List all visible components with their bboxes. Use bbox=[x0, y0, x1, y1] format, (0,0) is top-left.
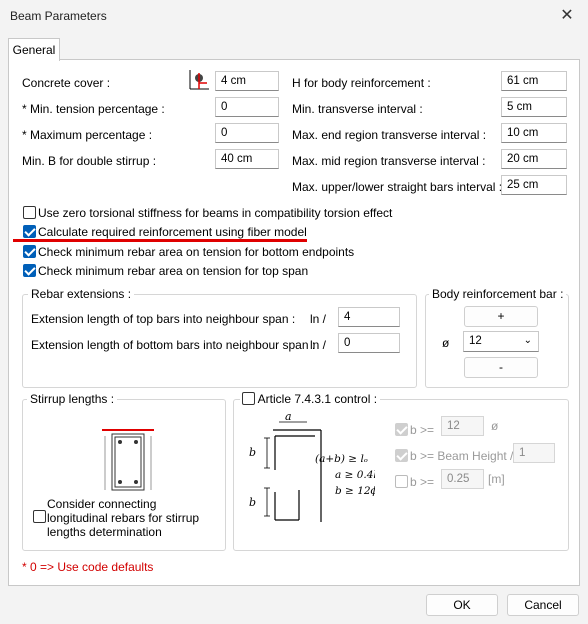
b-min-m-label: b >= bbox=[410, 475, 435, 489]
concrete-cover-input[interactable]: 4 cm bbox=[215, 71, 279, 91]
add-bar-button[interactable]: + bbox=[464, 306, 538, 327]
h-body-reinf-label: H for body reinforcement : bbox=[292, 76, 431, 90]
zero-torsion-label: Use zero torsional stiffness for beams i… bbox=[38, 206, 393, 220]
code-defaults-note: * 0 => Use code defaults bbox=[22, 560, 154, 574]
cover-icon bbox=[187, 70, 209, 90]
bottom-ext-unit: ln / bbox=[310, 338, 327, 352]
b-min-phi-checkbox[interactable] bbox=[395, 423, 408, 436]
min-rebar-bottom-checkbox[interactable] bbox=[23, 245, 36, 258]
b-beam-height-label: b >= Beam Height / bbox=[410, 449, 514, 463]
max-percentage-input[interactable]: 0 bbox=[215, 123, 279, 143]
min-tension-input[interactable]: 0 bbox=[215, 97, 279, 117]
zero-torsion-checkbox[interactable] bbox=[23, 206, 36, 219]
min-transverse-input[interactable]: 5 cm bbox=[501, 97, 567, 117]
diagram-b-label-2: b bbox=[249, 496, 256, 509]
remove-bar-button[interactable]: - bbox=[464, 357, 538, 378]
rebar-extensions-title: Rebar extensions : bbox=[28, 287, 135, 301]
window-title: Beam Parameters bbox=[10, 9, 107, 23]
b-min-phi-input[interactable]: 12 bbox=[441, 416, 484, 436]
ok-button[interactable]: OK bbox=[426, 594, 498, 616]
connect-longitudinal-label: Consider connecting longitudinal rebars … bbox=[47, 497, 200, 539]
min-b-double-stirrup-input[interactable]: 40 cm bbox=[215, 149, 279, 169]
b-min-phi-unit: ø bbox=[491, 419, 499, 433]
bar-diameter-value: 12 bbox=[469, 335, 482, 347]
b-beam-height-input[interactable]: 1 bbox=[513, 443, 555, 463]
top-ext-unit: ln / bbox=[310, 312, 327, 326]
max-straight-bars-label: Max. upper/lower straight bars interval … bbox=[292, 180, 503, 194]
article-title-wrap: Article 7.4.3.1 control : bbox=[240, 392, 381, 406]
connect-longitudinal-checkbox[interactable] bbox=[33, 510, 46, 523]
bottom-ext-label: Extension length of bottom bars into nei… bbox=[31, 338, 316, 352]
chevron-down-icon: ⌄ bbox=[523, 335, 532, 346]
red-underline-annotation bbox=[13, 239, 307, 242]
anchorage-diagram: a b b (a+b) ≥ lₒ a ≥ 0.4lₒ b ≥ 12ϕ bbox=[243, 410, 381, 536]
close-icon[interactable]: ✕ bbox=[556, 6, 578, 26]
phi-label: ø bbox=[442, 336, 450, 350]
max-straight-bars-input[interactable]: 25 cm bbox=[501, 175, 567, 195]
max-end-transverse-label: Max. end region transverse interval : bbox=[292, 128, 487, 142]
max-mid-transverse-label: Max. mid region transverse interval : bbox=[292, 154, 486, 168]
fiber-model-label: Calculate required reinforcement using f… bbox=[38, 225, 307, 239]
max-mid-transverse-input[interactable]: 20 cm bbox=[501, 149, 567, 169]
h-body-reinf-input[interactable]: 61 cm bbox=[501, 71, 567, 91]
min-transverse-label: Min. transverse interval : bbox=[292, 102, 423, 116]
b-beam-height-checkbox[interactable] bbox=[395, 449, 408, 462]
diagram-b-label-1: b bbox=[249, 446, 256, 459]
diagram-a-label: a bbox=[285, 410, 292, 423]
b-min-phi-label: b >= bbox=[410, 423, 435, 437]
cancel-button[interactable]: Cancel bbox=[507, 594, 579, 616]
min-tension-label: * Min. tension percentage : bbox=[22, 102, 165, 116]
fiber-model-checkbox[interactable] bbox=[23, 225, 36, 238]
min-rebar-top-checkbox[interactable] bbox=[23, 264, 36, 277]
stirrup-lengths-title: Stirrup lengths : bbox=[27, 392, 118, 406]
bar-diameter-select[interactable]: 12 ⌄ bbox=[463, 331, 539, 352]
max-percentage-label: * Maximum percentage : bbox=[22, 128, 153, 142]
stirrup-diagram-icon bbox=[100, 426, 156, 494]
max-end-transverse-input[interactable]: 10 cm bbox=[501, 123, 567, 143]
diagram-formula-1: (a+b) ≥ lₒ bbox=[315, 453, 368, 465]
article-checkbox[interactable] bbox=[242, 392, 255, 405]
min-b-double-stirrup-label: Min. B for double stirrup : bbox=[22, 154, 157, 168]
top-ext-label: Extension length of top bars into neighb… bbox=[31, 312, 296, 326]
body-bar-title: Body reinforcement bar : bbox=[429, 287, 567, 301]
diagram-formula-2: a ≥ 0.4lₒ bbox=[335, 469, 375, 481]
min-rebar-bottom-label: Check minimum rebar area on tension for … bbox=[38, 245, 355, 259]
b-min-m-unit: [m] bbox=[488, 472, 505, 486]
b-min-m-input[interactable]: 0.25 bbox=[441, 469, 484, 489]
diagram-formula-3: b ≥ 12ϕ bbox=[335, 485, 375, 497]
article-title: Article 7.4.3.1 control : bbox=[257, 392, 378, 406]
concrete-cover-label: Concrete cover : bbox=[22, 76, 111, 90]
min-rebar-top-label: Check minimum rebar area on tension for … bbox=[38, 264, 309, 278]
bottom-ext-input[interactable]: 0 bbox=[338, 333, 400, 353]
top-ext-input[interactable]: 4 bbox=[338, 307, 400, 327]
tab-general[interactable]: General bbox=[8, 38, 60, 61]
b-min-m-checkbox[interactable] bbox=[395, 475, 408, 488]
